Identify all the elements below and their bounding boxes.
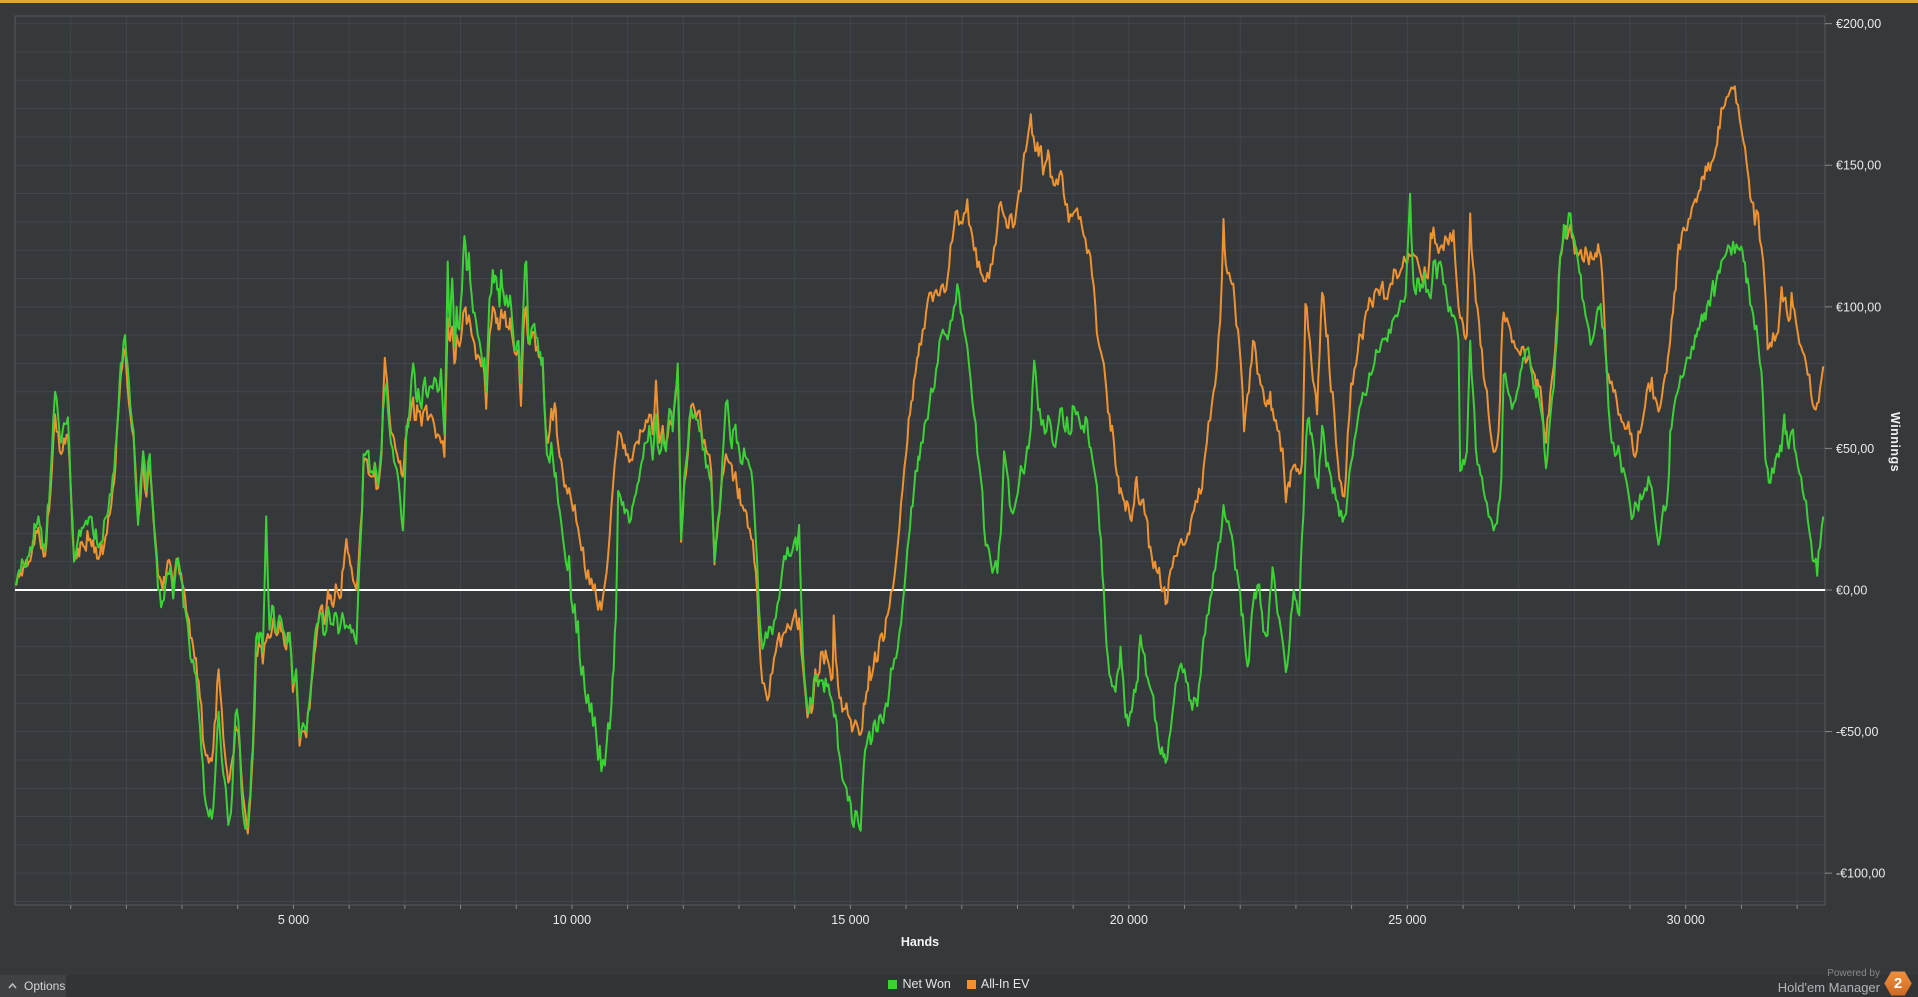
legend-label: Net Won [902, 977, 951, 991]
svg-text:30 000: 30 000 [1667, 913, 1705, 927]
y-axis-title: Winnings [1888, 412, 1902, 473]
holdem-manager-graph-window: 5 000 10 000 15 000 20 000 25 000 30 000 €200,… [0, 0, 1918, 997]
logo-number: 2 [1893, 975, 1903, 992]
svg-text:€200,00: €200,00 [1836, 17, 1881, 31]
svg-text:€0,00: €0,00 [1836, 584, 1867, 598]
legend-color-swatch [966, 979, 976, 989]
legend-item-all-in-ev[interactable]: All-In EV [966, 977, 1030, 991]
svg-text:15 000: 15 000 [831, 913, 869, 927]
winnings-line-chart[interactable]: 5 000 10 000 15 000 20 000 25 000 30 000 €200,… [0, 0, 1918, 997]
svg-text:-€50,00: -€50,00 [1836, 725, 1878, 739]
legend-label: All-In EV [980, 977, 1030, 991]
legend-item-net-won[interactable]: Net Won [888, 977, 951, 991]
chart-legend: Net Won All-In EV [0, 977, 1918, 991]
svg-text:-€100,00: -€100,00 [1836, 867, 1885, 881]
x-axis-title: Hands [900, 935, 940, 949]
svg-text:€100,00: €100,00 [1836, 300, 1881, 314]
svg-text:€150,00: €150,00 [1836, 159, 1881, 173]
svg-text:10 000: 10 000 [553, 913, 591, 927]
svg-text:25 000: 25 000 [1388, 913, 1426, 927]
window-top-accent-bar [0, 0, 1918, 3]
svg-text:20 000: 20 000 [1110, 913, 1148, 927]
options-button[interactable]: Options [0, 975, 66, 997]
powered-by-block: Powered by Hold'em Manager [1778, 968, 1880, 995]
svg-text:5 000: 5 000 [278, 913, 309, 927]
chevron-up-icon [8, 983, 17, 989]
app-name-text: Hold'em Manager [1777, 979, 1880, 995]
options-button-label: Options [24, 979, 66, 993]
powered-by-text: Powered by [1827, 967, 1880, 979]
legend-color-swatch [888, 979, 898, 989]
svg-text:€50,00: €50,00 [1836, 442, 1874, 456]
